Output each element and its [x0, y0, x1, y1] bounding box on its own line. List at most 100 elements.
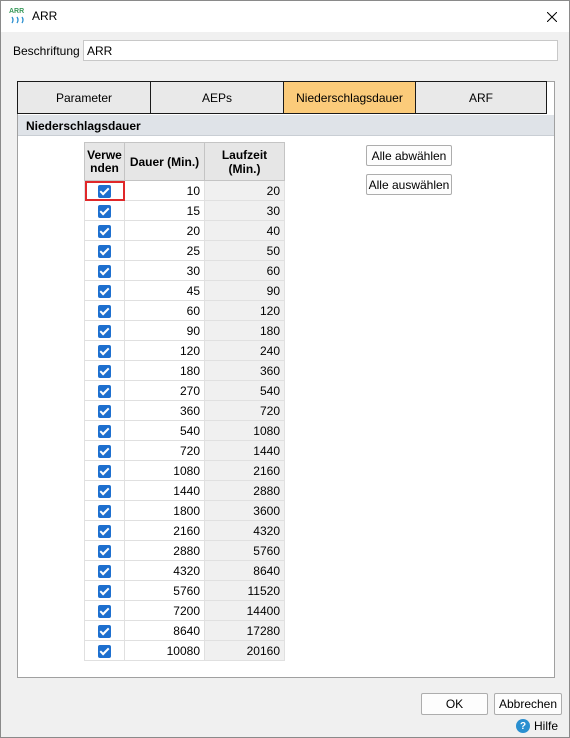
- dauer-cell[interactable]: 15: [124, 200, 205, 221]
- checkbox-checked-icon[interactable]: [98, 564, 111, 578]
- dauer-cell[interactable]: 720: [124, 440, 205, 461]
- use-cell[interactable]: [84, 200, 125, 221]
- checkbox-checked-icon[interactable]: [98, 644, 111, 658]
- use-cell[interactable]: [84, 520, 125, 541]
- dauer-cell[interactable]: 270: [124, 380, 205, 401]
- checkbox-checked-icon[interactable]: [98, 224, 111, 238]
- checkbox-checked-icon[interactable]: [98, 244, 111, 258]
- header-laufzeit[interactable]: Laufzeit (Min.): [204, 142, 285, 181]
- dauer-cell[interactable]: 2880: [124, 540, 205, 561]
- use-cell[interactable]: [84, 540, 125, 561]
- laufzeit-cell: 120: [204, 300, 285, 321]
- checkbox-checked-icon[interactable]: [98, 504, 111, 518]
- dauer-cell[interactable]: 360: [124, 400, 205, 421]
- dauer-cell[interactable]: 25: [124, 240, 205, 261]
- dauer-cell[interactable]: 180: [124, 360, 205, 381]
- dauer-cell[interactable]: 10: [124, 180, 205, 201]
- use-cell[interactable]: [84, 240, 125, 261]
- caption-label: Beschriftung: [13, 44, 80, 58]
- dauer-cell[interactable]: 4320: [124, 560, 205, 581]
- close-button[interactable]: [535, 1, 569, 32]
- checkbox-checked-icon[interactable]: [98, 524, 111, 538]
- use-cell[interactable]: [84, 340, 125, 361]
- checkbox-checked-icon[interactable]: [98, 544, 111, 558]
- use-cell[interactable]: [84, 300, 125, 321]
- header-use[interactable]: Verwenden: [84, 142, 125, 181]
- table-row: 60 120: [84, 300, 285, 321]
- dauer-cell[interactable]: 1440: [124, 480, 205, 501]
- tab-aeps[interactable]: AEPs: [150, 81, 283, 114]
- select-all-button[interactable]: Alle auswählen: [366, 174, 452, 195]
- checkbox-checked-icon[interactable]: [98, 384, 111, 398]
- checkbox-checked-icon[interactable]: [98, 344, 111, 358]
- dauer-cell[interactable]: 8640: [124, 620, 205, 641]
- checkbox-checked-icon[interactable]: [98, 184, 111, 198]
- use-cell[interactable]: [84, 480, 125, 501]
- table-row: 15 30: [84, 200, 285, 221]
- use-cell[interactable]: [84, 620, 125, 641]
- use-cell[interactable]: [84, 640, 125, 661]
- use-cell[interactable]: [84, 420, 125, 441]
- header-dauer[interactable]: Dauer (Min.): [124, 142, 205, 181]
- dauer-cell[interactable]: 10080: [124, 640, 205, 661]
- use-cell[interactable]: [84, 500, 125, 521]
- use-cell[interactable]: [84, 320, 125, 341]
- caption-input[interactable]: [83, 40, 558, 61]
- checkbox-checked-icon[interactable]: [98, 364, 111, 378]
- checkbox-checked-icon[interactable]: [98, 424, 111, 438]
- checkbox-checked-icon[interactable]: [98, 324, 111, 338]
- tab-arf[interactable]: ARF: [415, 81, 547, 114]
- use-cell[interactable]: [84, 280, 125, 301]
- dauer-cell[interactable]: 20: [124, 220, 205, 241]
- use-cell[interactable]: [84, 180, 125, 201]
- use-cell[interactable]: [84, 220, 125, 241]
- table-row: 1800 3600: [84, 500, 285, 521]
- dauer-cell[interactable]: 30: [124, 260, 205, 281]
- help-link[interactable]: ? Hilfe: [516, 719, 558, 733]
- checkbox-checked-icon[interactable]: [98, 204, 111, 218]
- dauer-cell[interactable]: 60: [124, 300, 205, 321]
- use-cell[interactable]: [84, 360, 125, 381]
- use-cell[interactable]: [84, 260, 125, 281]
- table-row: 20 40: [84, 220, 285, 241]
- use-cell[interactable]: [84, 460, 125, 481]
- use-cell[interactable]: [84, 380, 125, 401]
- dauer-cell[interactable]: 540: [124, 420, 205, 441]
- laufzeit-cell: 5760: [204, 540, 285, 561]
- table-row: 90 180: [84, 320, 285, 341]
- deselect-all-button[interactable]: Alle abwählen: [366, 145, 452, 166]
- laufzeit-cell: 360: [204, 360, 285, 381]
- checkbox-checked-icon[interactable]: [98, 584, 111, 598]
- window-title: ARR: [32, 9, 58, 23]
- use-cell[interactable]: [84, 600, 125, 621]
- checkbox-checked-icon[interactable]: [98, 624, 111, 638]
- dauer-cell[interactable]: 7200: [124, 600, 205, 621]
- dauer-cell[interactable]: 1800: [124, 500, 205, 521]
- dauer-cell[interactable]: 120: [124, 340, 205, 361]
- dauer-cell[interactable]: 90: [124, 320, 205, 341]
- checkbox-checked-icon[interactable]: [98, 484, 111, 498]
- dauer-cell[interactable]: 5760: [124, 580, 205, 601]
- cancel-button[interactable]: Abbrechen: [494, 693, 562, 715]
- checkbox-checked-icon[interactable]: [98, 404, 111, 418]
- checkbox-checked-icon[interactable]: [98, 284, 111, 298]
- use-cell[interactable]: [84, 560, 125, 581]
- checkbox-checked-icon[interactable]: [98, 464, 111, 478]
- laufzeit-cell: 60: [204, 260, 285, 281]
- checkbox-checked-icon[interactable]: [98, 304, 111, 318]
- use-cell[interactable]: [84, 400, 125, 421]
- table-row: 2880 5760: [84, 540, 285, 561]
- checkbox-checked-icon[interactable]: [98, 444, 111, 458]
- dauer-cell[interactable]: 2160: [124, 520, 205, 541]
- dauer-cell[interactable]: 45: [124, 280, 205, 301]
- dauer-cell[interactable]: 1080: [124, 460, 205, 481]
- ok-button[interactable]: OK: [421, 693, 488, 715]
- checkbox-checked-icon[interactable]: [98, 604, 111, 618]
- use-cell[interactable]: [84, 580, 125, 601]
- checkbox-checked-icon[interactable]: [98, 264, 111, 278]
- tab-niederschlagsdauer[interactable]: Niederschlagsdauer: [283, 81, 415, 114]
- laufzeit-cell: 17280: [204, 620, 285, 641]
- tab-parameter[interactable]: Parameter: [17, 81, 150, 114]
- section-title: Niederschlagsdauer: [18, 115, 554, 136]
- use-cell[interactable]: [84, 440, 125, 461]
